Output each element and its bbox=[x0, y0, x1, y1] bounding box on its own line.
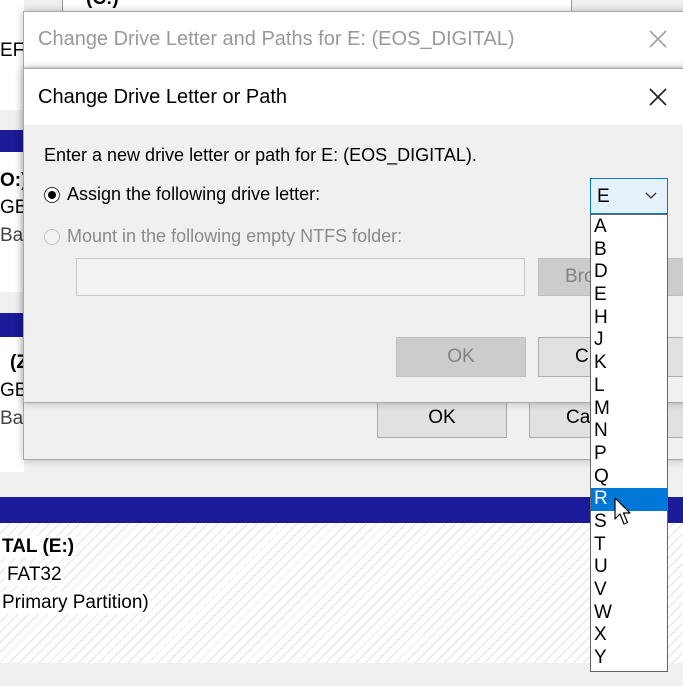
inner-ok-button[interactable]: OK bbox=[396, 337, 526, 377]
outer-dialog-title: Change Drive Letter and Paths for E: (EO… bbox=[38, 28, 515, 50]
mount-folder-label[interactable]: Mount in the following empty NTFS folder… bbox=[67, 226, 402, 247]
drive-letter-option[interactable]: M bbox=[591, 398, 667, 421]
drive-letter-option[interactable]: X bbox=[591, 624, 667, 647]
close-icon bbox=[649, 88, 667, 106]
drive-letter-option[interactable]: B bbox=[591, 239, 667, 262]
drive-letter-option[interactable]: J bbox=[591, 329, 667, 352]
drive-letter-option[interactable]: P bbox=[591, 443, 667, 466]
drive-letter-option[interactable]: E bbox=[591, 284, 667, 307]
volume-header-bar bbox=[0, 497, 683, 523]
instruction-text: Enter a new drive letter or path for E: … bbox=[44, 145, 477, 165]
volume-filesystem: FAT32 bbox=[5, 564, 64, 586]
drive-letter-option[interactable]: U bbox=[591, 556, 667, 579]
disk-header-bar-2 bbox=[0, 313, 24, 337]
inner-dialog: Change Drive Letter or Path Enter a new … bbox=[23, 68, 683, 403]
close-icon bbox=[649, 30, 667, 48]
mount-folder-radio[interactable] bbox=[44, 229, 60, 245]
drive-letter-option[interactable]: A bbox=[591, 216, 667, 239]
drive-letter-list[interactable]: ABDEHJKLMNPQRSTUVWXY bbox=[590, 214, 668, 672]
volume-status: Primary Partition) bbox=[0, 592, 151, 614]
top-partition-label: (C:) bbox=[86, 0, 119, 10]
disk-header-bar-1 bbox=[0, 130, 24, 152]
drive-letter-selected-value: E bbox=[597, 186, 610, 207]
volume-name: TAL (E:) bbox=[0, 536, 77, 558]
drive-letter-option[interactable]: W bbox=[591, 602, 667, 625]
drive-letter-option[interactable]: Q bbox=[591, 466, 667, 489]
drive-letter-option[interactable]: K bbox=[591, 352, 667, 375]
drive-letter-option[interactable]: V bbox=[591, 579, 667, 602]
drive-letter-option[interactable]: Y bbox=[591, 647, 667, 670]
drive-letter-option[interactable]: N bbox=[591, 420, 667, 443]
outer-ok-button[interactable]: OK bbox=[377, 397, 507, 438]
drive-letter-options: ABDEHJKLMNPQRSTUVWXY bbox=[591, 216, 667, 670]
inner-dialog-title: Change Drive Letter or Path bbox=[38, 86, 288, 108]
drive-letter-option[interactable]: H bbox=[591, 307, 667, 330]
drive-letter-select[interactable]: E bbox=[590, 178, 668, 214]
outer-dialog-close-button[interactable] bbox=[646, 27, 670, 51]
mount-folder-path-input[interactable] bbox=[76, 258, 525, 296]
drive-letter-option[interactable]: D bbox=[591, 261, 667, 284]
assign-letter-radio[interactable] bbox=[44, 187, 60, 203]
mouse-pointer-icon bbox=[614, 497, 631, 525]
inner-dialog-close-button[interactable] bbox=[646, 85, 670, 109]
drive-letter-option[interactable]: T bbox=[591, 534, 667, 557]
assign-letter-label[interactable]: Assign the following drive letter: bbox=[67, 184, 320, 205]
drive-letter-option[interactable]: L bbox=[591, 375, 667, 398]
chevron-down-icon bbox=[645, 192, 657, 199]
